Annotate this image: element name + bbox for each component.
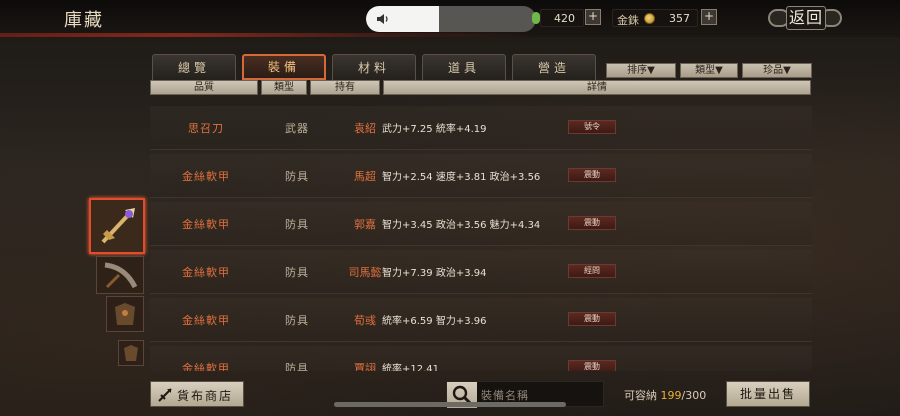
item-detail: 武力+7.25 統率+4.19 [382, 124, 487, 135]
armor-icon [119, 341, 143, 365]
column-header-details: 詳情 [383, 80, 811, 95]
gold-coin-icon [644, 13, 655, 24]
tab-items[interactable]: 道具 [422, 54, 506, 80]
item-thumbnail[interactable] [96, 256, 144, 294]
resource-icon [532, 12, 540, 24]
item-detail: 智力+2.54 速度+3.81 政治+3.56 [382, 172, 541, 183]
gold-label: 金銖 [617, 14, 639, 27]
spear-icon [158, 388, 172, 402]
list-item[interactable]: 金絲軟甲 防具 荀彧 統率+6.59 智力+3.96 震動 [150, 298, 812, 342]
item-effect-badge: 號令 [568, 120, 616, 134]
item-name: 思召刀 [188, 122, 224, 135]
item-type: 防具 [285, 362, 309, 371]
back-button[interactable]: 返回 [766, 5, 844, 31]
item-type: 防具 [285, 314, 309, 327]
equipment-list[interactable]: 思召刀 武器 袁紹 武力+7.25 統率+4.19 號令 金絲軟甲 防具 馬超 … [150, 106, 812, 371]
resource1-add-button[interactable]: + [585, 9, 601, 25]
column-header-quality[interactable]: 品質 [150, 80, 258, 95]
item-name: 金絲軟甲 [182, 218, 230, 231]
item-effect-badge: 震動 [568, 360, 616, 371]
item-name: 金絲軟甲 [182, 314, 230, 327]
top-bar: 庫藏 420 + 金銖 357 + 返回 [0, 0, 900, 36]
home-indicator[interactable] [334, 402, 566, 407]
gold-value: 357 [669, 12, 690, 25]
type-dropdown[interactable]: 類型▼ [680, 63, 738, 78]
sort-dropdown[interactable]: 排序▼ [606, 63, 676, 78]
speaker-icon [377, 14, 388, 24]
capacity-display: 可容納 199/300 [624, 387, 706, 403]
item-effect-badge: 震動 [568, 216, 616, 230]
resource1-value: 420 [554, 12, 575, 25]
shop-button-label: 貨布商店 [177, 389, 234, 403]
bulk-sell-button[interactable]: 批量出售 [726, 381, 810, 407]
item-detail: 智力+3.45 政治+3.56 魅力+4.34 [382, 220, 541, 231]
gold-add-button[interactable]: + [701, 9, 717, 25]
item-thumbnail-selected[interactable] [89, 198, 145, 254]
resource1-display: 420 [540, 9, 584, 27]
item-thumbnail[interactable] [106, 296, 144, 332]
shop-button[interactable]: 貨布商店 [150, 381, 244, 407]
item-detail: 統率+6.59 智力+3.96 [382, 316, 487, 327]
armor-icon [107, 297, 143, 331]
item-effect-badge: 震動 [568, 168, 616, 182]
tab-materials[interactable]: 材料 [332, 54, 416, 80]
item-effect-badge: 震動 [568, 312, 616, 326]
item-name: 金絲軟甲 [182, 170, 230, 183]
list-item[interactable]: 金絲軟甲 防具 郭嘉 智力+3.45 政治+3.56 魅力+4.34 震動 [150, 202, 812, 246]
capacity-current: 199 [660, 389, 682, 402]
item-type: 防具 [285, 170, 309, 183]
title-decoration [0, 33, 900, 37]
item-name: 金絲軟甲 [182, 266, 230, 279]
page-title: 庫藏 [64, 10, 104, 31]
tab-construction[interactable]: 營造 [512, 54, 596, 80]
item-detail: 智力+7.39 政治+3.94 [382, 268, 487, 279]
item-type: 防具 [285, 218, 309, 231]
column-header-type[interactable]: 類型 [261, 80, 307, 95]
blade-weapon-icon [97, 257, 143, 293]
item-type: 防具 [285, 266, 309, 279]
capacity-max: 300 [685, 389, 707, 402]
capacity-label: 可容納 [624, 389, 657, 402]
column-header-owner[interactable]: 持有 [310, 80, 380, 95]
item-detail: 統率+12.41 [382, 364, 440, 371]
item-type: 武器 [285, 122, 309, 135]
list-item[interactable]: 金絲軟甲 防具 馬超 智力+2.54 速度+3.81 政治+3.56 震動 [150, 154, 812, 198]
item-effect-badge: 經問 [568, 264, 616, 278]
list-item[interactable]: 思召刀 武器 袁紹 武力+7.25 統率+4.19 號令 [150, 106, 812, 150]
volume-slider[interactable] [366, 6, 536, 32]
gold-display: 金銖 357 [612, 9, 698, 27]
list-item[interactable]: 金絲軟甲 防具 司馬懿 智力+7.39 政治+3.94 經問 [150, 250, 812, 294]
list-item[interactable]: 金絲軟甲 防具 賈詡 統率+12.41 震動 [150, 346, 812, 371]
item-name: 金絲軟甲 [182, 362, 230, 371]
spear-weapon-icon [91, 200, 143, 252]
rarity-dropdown[interactable]: 珍品▼ [742, 63, 812, 78]
tab-overview[interactable]: 總覽 [152, 54, 236, 80]
item-thumbnail[interactable] [118, 340, 144, 366]
tab-equipment[interactable]: 裝備 [242, 54, 326, 80]
back-button-label: 返回 [786, 6, 826, 30]
